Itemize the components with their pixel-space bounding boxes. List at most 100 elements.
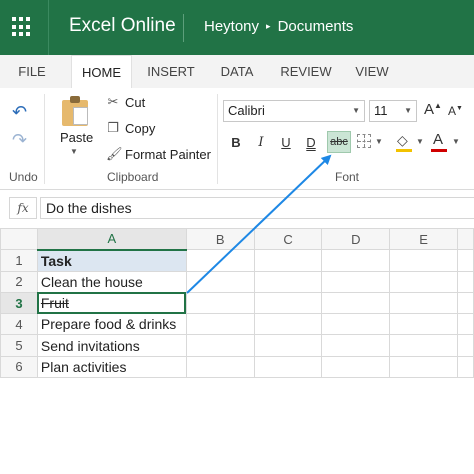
tab-insert[interactable]: INSERT [140,55,202,88]
cell[interactable] [321,291,391,315]
cell-a5[interactable]: Send invitations [36,334,187,357]
copy-icon: ❐ [107,120,119,135]
cell[interactable] [185,249,255,272]
row-header[interactable]: 4 [0,313,38,336]
paste-icon[interactable] [62,96,90,126]
font-size-value: 11 [374,103,388,118]
select-all-corner[interactable] [0,227,38,251]
chevron-down-icon[interactable]: ▼ [70,147,78,156]
cell[interactable] [321,334,391,357]
divider [183,14,184,42]
row-header[interactable]: 5 [0,334,38,357]
cell[interactable] [456,334,474,357]
clipboard-group-label: Clipboard [107,170,159,184]
underline-button[interactable]: U [276,134,296,152]
cell[interactable] [321,249,391,272]
cell[interactable] [253,334,323,357]
app-title[interactable]: Excel Online [69,15,176,37]
paste-button[interactable]: Paste [60,130,93,145]
font-name-select[interactable]: Calibri ▼ [223,100,365,122]
cell[interactable] [185,334,255,357]
font-group-label: Font [335,170,360,184]
ribbon-tabs: FILE HOME INSERT DATA REVIEW VIEW [0,55,474,88]
formula-input[interactable]: Do the dishes [40,197,474,219]
row-header[interactable]: 1 [0,249,38,272]
font-size-select[interactable]: 11 ▼ [369,100,417,122]
chevron-down-icon[interactable]: ▼ [416,137,424,146]
column-header[interactable] [456,227,474,251]
row-header[interactable]: 6 [0,355,38,379]
tab-file[interactable]: FILE [6,55,58,88]
double-underline-button[interactable]: D [301,134,321,152]
cell-a1[interactable]: Task [36,249,187,272]
cell[interactable] [389,334,458,357]
strikethrough-button[interactable]: abc [327,131,351,153]
tab-view[interactable]: VIEW [346,55,398,88]
cell[interactable] [321,355,391,379]
tab-home[interactable]: HOME [71,55,132,88]
cell[interactable] [456,249,474,272]
cell[interactable] [185,291,255,315]
cell-a3-selected[interactable]: Fruit [36,291,187,315]
spreadsheet-grid: A B C D E 1 Task 2 Clean the house 3 Fru… [0,227,474,379]
cell[interactable] [456,291,474,315]
cell[interactable] [253,270,323,293]
cell[interactable] [185,270,255,293]
cell[interactable] [456,313,474,336]
redo-icon[interactable]: ↷ [12,130,27,151]
divider [48,0,49,55]
undo-icon[interactable]: ↶ [12,102,27,123]
copy-button[interactable]: ❐ Copy [106,120,155,136]
cell[interactable] [185,313,255,336]
column-header[interactable]: C [253,227,323,251]
app-launcher-icon[interactable] [12,17,32,37]
tab-review[interactable]: REVIEW [275,55,337,88]
cell[interactable] [389,249,458,272]
chevron-down-icon[interactable]: ▼ [375,137,383,146]
divider [217,94,218,184]
breadcrumb: Heytony ▸ Documents [204,18,353,35]
format-painter-button[interactable]: 🖌 Format Painter [106,146,211,162]
font-color-icon[interactable]: A [433,131,443,148]
cell[interactable] [253,249,323,272]
column-header[interactable]: B [185,227,255,251]
cell[interactable] [253,313,323,336]
paintbrush-icon: 🖌 [106,146,123,161]
cell[interactable] [456,355,474,379]
fill-color-icon[interactable]: ◇ [397,132,408,149]
chevron-down-icon: ▼ [352,106,360,115]
breadcrumb-folder[interactable]: Documents [278,18,354,35]
column-header[interactable]: A [36,227,187,251]
cell[interactable] [185,355,255,379]
tab-data[interactable]: DATA [211,55,263,88]
font-name-value: Calibri [228,103,265,118]
cell-a6[interactable]: Plan activities [36,355,187,379]
fill-color-swatch [396,149,412,152]
column-header[interactable]: E [389,227,458,251]
cell-a2[interactable]: Clean the house [36,270,187,293]
cell[interactable] [321,313,391,336]
breadcrumb-arrow-icon: ▸ [266,21,271,31]
borders-icon[interactable] [357,134,371,148]
cell[interactable] [321,270,391,293]
grow-font-icon[interactable]: A▲ [424,101,442,118]
italic-button[interactable]: I [251,134,271,152]
column-header[interactable]: D [321,227,391,251]
cell[interactable] [389,291,458,315]
cell[interactable] [389,355,458,379]
cut-button[interactable]: ✂ Cut [106,94,146,110]
chevron-down-icon: ▼ [404,106,412,115]
cell[interactable] [389,270,458,293]
cell-a4[interactable]: Prepare food & drinks [36,313,187,336]
row-header-active[interactable]: 3 [0,291,38,315]
row-header[interactable]: 2 [0,270,38,293]
cell[interactable] [253,355,323,379]
cell[interactable] [253,291,323,315]
cell[interactable] [389,313,458,336]
cell[interactable] [456,270,474,293]
shrink-font-icon[interactable]: A▼ [448,104,463,118]
bold-button[interactable]: B [226,134,246,152]
chevron-down-icon[interactable]: ▼ [452,137,460,146]
breadcrumb-user[interactable]: Heytony [204,18,259,35]
fx-icon[interactable]: fx [9,197,37,219]
